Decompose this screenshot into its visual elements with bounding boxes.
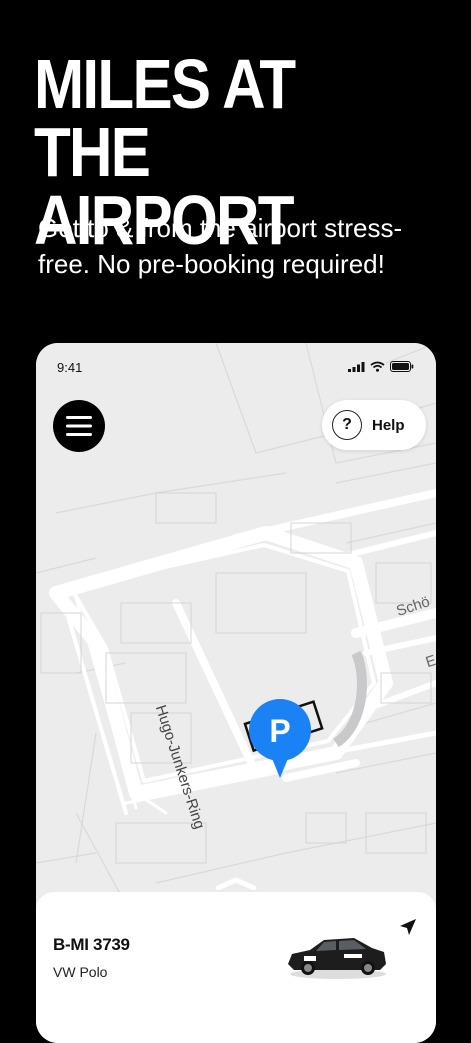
status-bar: 9:41 <box>36 343 436 387</box>
parking-pin[interactable]: P <box>248 698 312 780</box>
chevron-up-icon[interactable] <box>214 876 258 890</box>
vehicle-sheet[interactable]: B-MI 3739 VW Polo <box>36 892 436 1043</box>
battery-icon <box>390 361 414 372</box>
vehicle-model: VW Polo <box>53 964 108 980</box>
signal-icon <box>348 361 365 372</box>
vehicle-plate: B-MI 3739 <box>53 935 130 954</box>
parking-pin-label: P <box>269 713 290 749</box>
navigation-arrow-icon[interactable] <box>399 918 417 936</box>
car-image <box>288 938 386 979</box>
status-time: 9:41 <box>57 360 83 375</box>
question-icon: ? <box>332 410 362 440</box>
headline-line-1: MILES AT THE <box>34 45 296 191</box>
phone-mockup: 9:41 ? Help Hugo-Junkers-Ring Schö E P B… <box>36 343 436 1043</box>
menu-icon <box>66 416 92 436</box>
help-label: Help <box>372 416 405 434</box>
subtitle: Get to & from the airport stress-free. N… <box>38 213 403 279</box>
menu-button[interactable] <box>53 400 105 452</box>
help-button[interactable]: ? Help <box>322 400 426 450</box>
wifi-icon <box>370 361 385 372</box>
